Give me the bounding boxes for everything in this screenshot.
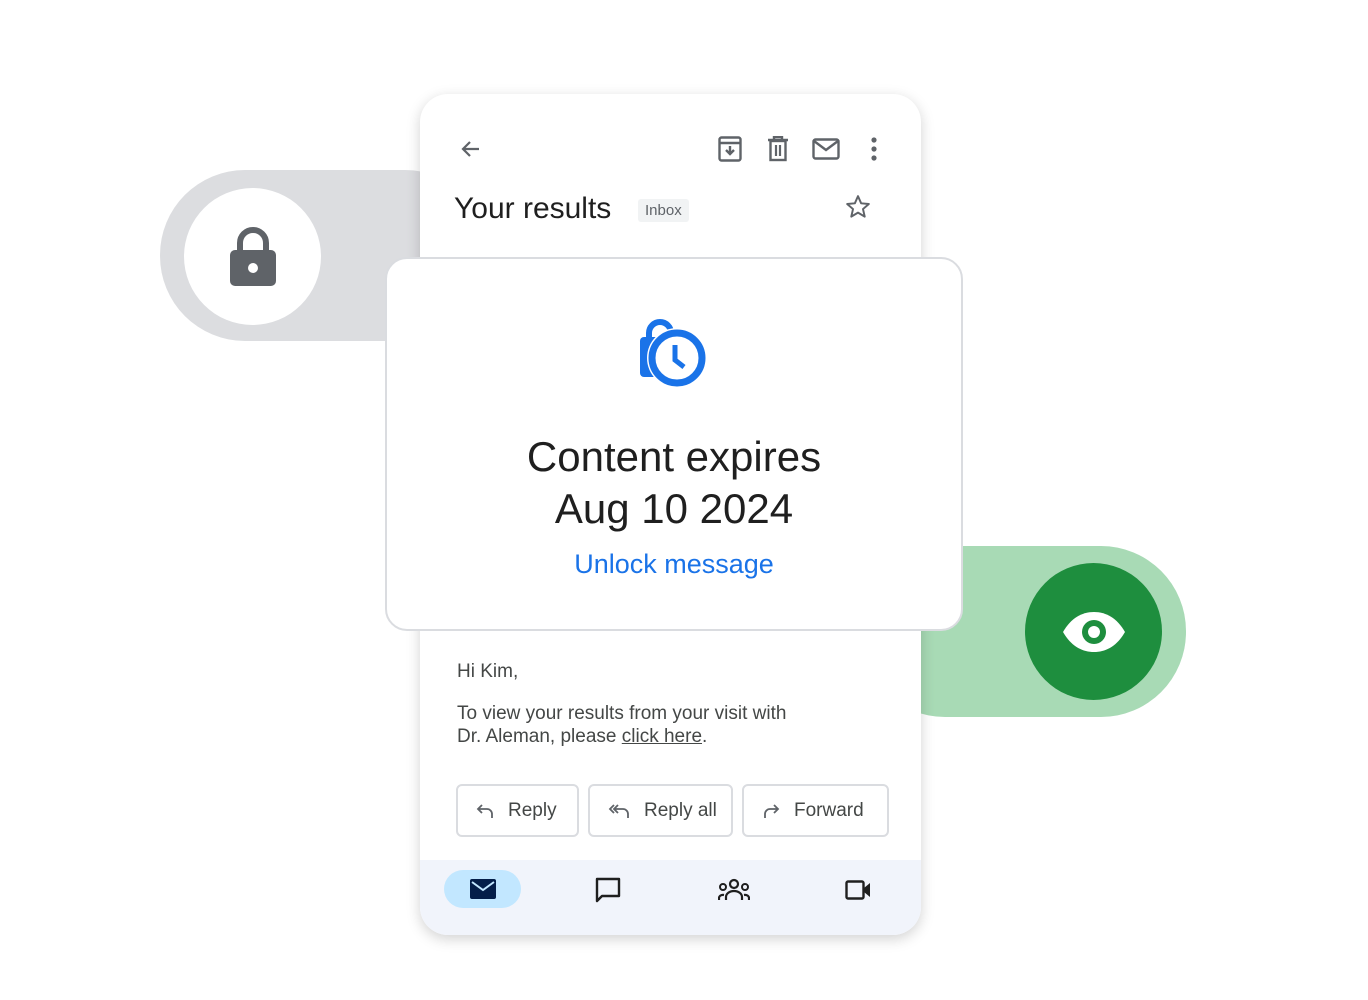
reply-all-icon <box>608 803 629 818</box>
lock-icon <box>229 226 276 286</box>
reply-icon <box>476 803 493 818</box>
nav-spaces[interactable] <box>714 874 754 906</box>
lock-clock-icon <box>640 319 707 388</box>
back-arrow-icon[interactable] <box>456 134 486 164</box>
reply-label: Reply <box>508 799 557 821</box>
star-icon[interactable] <box>843 192 873 222</box>
email-body: Hi Kim, To view your results from your v… <box>457 660 797 767</box>
mark-unread-icon[interactable] <box>810 134 842 164</box>
nav-mail[interactable] <box>444 870 521 908</box>
nav-chat[interactable] <box>590 874 626 906</box>
inbox-label-badge[interactable]: Inbox <box>638 199 689 222</box>
nav-meet[interactable] <box>840 874 876 906</box>
delete-icon[interactable] <box>764 134 792 164</box>
video-camera-icon <box>845 880 870 900</box>
chat-icon <box>595 877 621 903</box>
lock-toggle-knob <box>184 188 321 325</box>
reply-button[interactable]: Reply <box>456 784 579 837</box>
expiry-text: Content expires Aug 10 2024 <box>387 431 961 535</box>
unlock-message-link[interactable]: Unlock message <box>387 549 961 580</box>
bottom-navigation <box>420 860 921 935</box>
archive-icon[interactable] <box>716 134 744 164</box>
eye-toggle-knob <box>1025 563 1162 700</box>
forward-icon <box>764 803 780 818</box>
forward-button[interactable]: Forward <box>742 784 889 837</box>
expiry-line-1: Content expires <box>526 433 822 480</box>
content-expiry-card: Content expires Aug 10 2024 Unlock messag… <box>385 257 963 631</box>
email-subject: Your results <box>454 192 612 225</box>
spaces-icon <box>718 878 750 900</box>
reply-all-button[interactable]: Reply all <box>588 784 733 837</box>
more-options-icon[interactable] <box>860 134 888 164</box>
greeting: Hi Kim, <box>457 661 519 682</box>
body-end: . <box>702 726 708 747</box>
expiry-date: Aug 10 2024 <box>554 485 794 532</box>
forward-label: Forward <box>794 799 864 821</box>
reply-all-label: Reply all <box>644 799 717 821</box>
click-here-link[interactable]: click here <box>622 726 702 747</box>
mail-icon <box>469 879 496 899</box>
eye-icon <box>1062 611 1125 652</box>
